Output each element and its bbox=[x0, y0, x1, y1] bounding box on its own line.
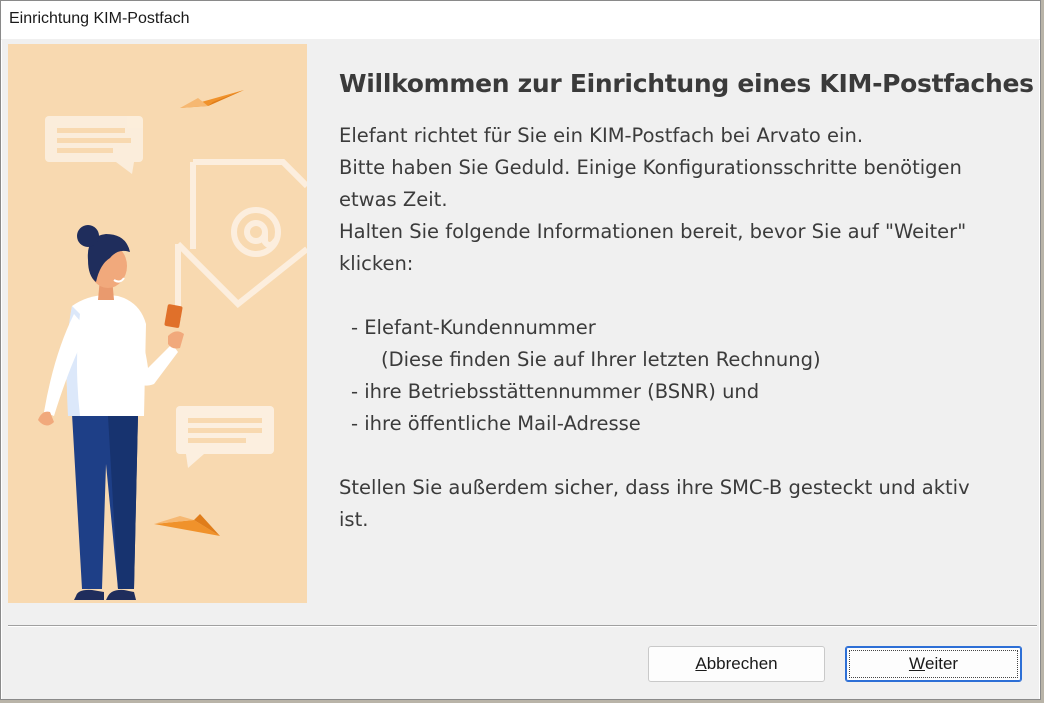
intro-line: klicken: bbox=[339, 252, 414, 275]
intro-line: Halten Sie folgende Informationen bereit… bbox=[339, 220, 967, 243]
intro-line: Elefant richtet für Sie ein KIM-Postfach… bbox=[339, 124, 864, 147]
window-title: Einrichtung KIM-Postfach bbox=[9, 10, 190, 27]
footer-line: ist. bbox=[339, 508, 369, 531]
welcome-illustration bbox=[8, 44, 307, 603]
intro-line: Bitte haben Sie Geduld. Einige Konfigura… bbox=[339, 156, 962, 179]
cancel-label: bbrechen bbox=[706, 654, 778, 673]
footer-line: Stellen Sie außerdem sicher, dass ihre S… bbox=[339, 476, 970, 499]
list-item-note: (Diese finden Sie auf Ihrer letzten Rech… bbox=[381, 348, 821, 371]
person-with-phone-illustration bbox=[38, 225, 184, 600]
dialog-content: Willkommen zur Einrichtung eines KIM-Pos… bbox=[2, 39, 1039, 699]
intro-line: etwas Zeit. bbox=[339, 188, 448, 211]
title-bar[interactable]: Einrichtung KIM-Postfach bbox=[1, 1, 1040, 40]
cancel-mnemonic: A bbox=[695, 654, 707, 673]
next-mnemonic: W bbox=[908, 654, 925, 673]
welcome-text: Willkommen zur Einrichtung eines KIM-Pos… bbox=[339, 69, 1034, 536]
chat-bubble-icon bbox=[176, 406, 274, 468]
dialog-window: Einrichtung KIM-Postfach Willkommen zur … bbox=[0, 0, 1041, 700]
list-item: - ihre öffentliche Mail-Adresse bbox=[351, 412, 641, 435]
paper-plane-icon bbox=[154, 514, 220, 536]
next-label: eiter bbox=[924, 654, 959, 673]
separator-line bbox=[8, 625, 1037, 627]
page-title: Willkommen zur Einrichtung eines KIM-Pos… bbox=[339, 69, 1034, 98]
cancel-button[interactable]: Abbrechen bbox=[648, 646, 825, 682]
paper-plane-icon bbox=[180, 90, 244, 108]
chat-bubble-icon bbox=[45, 116, 143, 174]
email-at-icon bbox=[175, 159, 307, 319]
list-item: - Elefant-Kundennummer bbox=[351, 316, 596, 339]
list-item: - ihre Betriebsstättennummer (BSNR) und bbox=[351, 380, 760, 403]
next-button[interactable]: Weiter bbox=[845, 646, 1022, 682]
